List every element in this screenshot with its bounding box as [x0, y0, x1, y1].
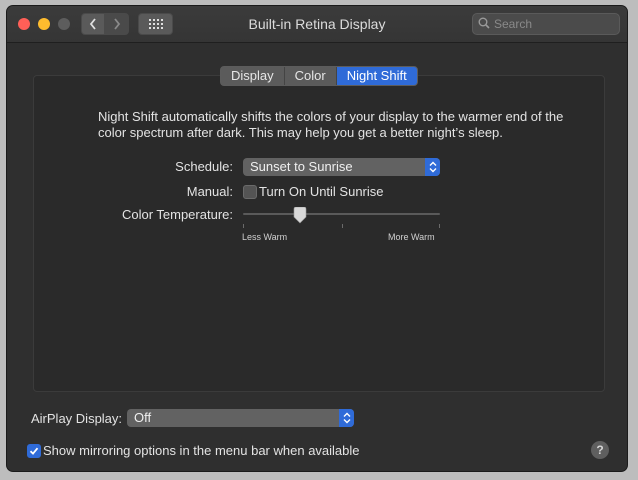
grid-icon: [148, 19, 163, 29]
chevron-left-icon: [89, 18, 96, 30]
checkmark-icon: [29, 447, 39, 455]
less-warm-label: Less Warm: [242, 232, 288, 242]
airplay-display-label: AirPlay Display:: [31, 411, 123, 426]
window-title: Built-in Retina Display: [248, 16, 386, 32]
slider-tick: [243, 224, 244, 228]
mirroring-options-checkbox[interactable]: [27, 444, 41, 458]
zoom-window-button[interactable]: [58, 18, 70, 30]
slider-tick: [439, 224, 440, 228]
airplay-display-popup[interactable]: Off: [127, 409, 354, 427]
minimize-window-button[interactable]: [38, 18, 50, 30]
color-temperature-label: Color Temperature:: [121, 207, 233, 222]
slider-tick: [342, 224, 343, 228]
slider-knob[interactable]: [293, 207, 307, 224]
forward-button[interactable]: [105, 13, 129, 35]
tab-night-shift[interactable]: Night Shift: [336, 67, 417, 85]
search-field[interactable]: Search: [472, 13, 620, 35]
color-temperature-slider[interactable]: [243, 213, 440, 215]
mirroring-options-label[interactable]: Show mirroring options in the menu bar w…: [43, 443, 360, 458]
tab-color[interactable]: Color: [285, 67, 337, 85]
show-all-button[interactable]: [138, 13, 173, 35]
schedule-label: Schedule:: [175, 159, 233, 174]
tab-display[interactable]: Display: [221, 67, 285, 85]
schedule-value: Sunset to Sunrise: [250, 159, 353, 174]
night-shift-description: Night Shift automatically shifts the col…: [98, 109, 564, 140]
up-down-arrows-icon: [339, 409, 354, 427]
back-button[interactable]: [81, 13, 105, 35]
manual-label: Manual:: [186, 184, 233, 199]
more-warm-label: More Warm: [388, 232, 435, 242]
up-down-arrows-icon: [425, 158, 440, 176]
close-window-button[interactable]: [18, 18, 30, 30]
schedule-popup[interactable]: Sunset to Sunrise: [243, 158, 440, 176]
manual-checkbox-label[interactable]: Turn On Until Sunrise: [259, 184, 384, 199]
search-placeholder: Search: [494, 17, 533, 31]
chevron-right-icon: [114, 18, 121, 30]
tab-bar: Display Color Night Shift: [220, 66, 418, 86]
search-icon: [478, 17, 490, 29]
manual-checkbox[interactable]: [243, 185, 257, 199]
help-icon[interactable]: ?: [591, 441, 609, 459]
title-bar: Built-in Retina Display Search: [7, 6, 627, 43]
airplay-display-value: Off: [134, 410, 152, 425]
preferences-window: Built-in Retina Display Search Display C…: [7, 6, 627, 471]
